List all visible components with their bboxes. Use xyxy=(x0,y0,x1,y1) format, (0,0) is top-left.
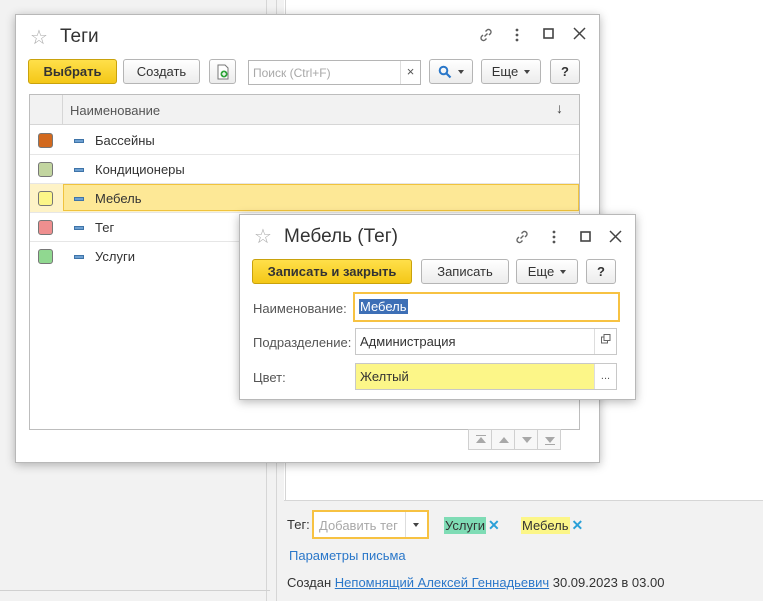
maximize-icon[interactable] xyxy=(543,28,555,44)
list-header: Наименование ↓ xyxy=(30,95,579,125)
tags-window-title: Теги xyxy=(60,26,99,47)
more-button[interactable]: Еще xyxy=(481,59,541,84)
color-swatch xyxy=(38,249,53,264)
color-value: Желтый xyxy=(360,369,409,384)
more-vertical-icon[interactable] xyxy=(514,27,520,47)
create-button[interactable]: Создать xyxy=(123,59,200,84)
name-label: Наименование: xyxy=(253,301,347,316)
close-icon[interactable] xyxy=(573,27,586,44)
created-date: 30.09.2023 в 03.00 xyxy=(552,575,665,590)
help-button[interactable]: ? xyxy=(550,59,580,84)
scroll-down-icon[interactable] xyxy=(514,429,538,450)
save-button[interactable]: Записать xyxy=(421,259,509,284)
created-info: Создан Непомнящий Алексей Геннадьевич 30… xyxy=(287,575,664,590)
chevron-down-icon xyxy=(524,69,531,74)
color-swatch xyxy=(38,133,53,148)
chevron-down-icon[interactable] xyxy=(405,512,427,537)
division-label: Подразделение: xyxy=(253,335,352,350)
add-tag-input[interactable]: Добавить тег xyxy=(312,510,429,539)
chevron-down-icon xyxy=(560,269,567,274)
search-icon xyxy=(438,65,452,78)
row-name: Услуги xyxy=(95,249,135,264)
search-input[interactable]: Поиск (Ctrl+F) × xyxy=(248,60,421,85)
division-value: Администрация xyxy=(360,334,456,349)
more-button-label: Еще xyxy=(527,264,555,279)
list-scroll-controls xyxy=(468,429,561,450)
star-icon[interactable]: ☆ xyxy=(254,224,272,249)
name-column-header[interactable]: Наименование xyxy=(70,103,160,118)
created-author-link[interactable]: Непомнящий Алексей Геннадьевич xyxy=(335,575,549,590)
item-icon xyxy=(74,255,84,259)
tag-item-window: ☆ Мебель (Тег) Записать и закрыть Записа… xyxy=(239,214,636,400)
color-column-header[interactable] xyxy=(30,95,63,125)
message-params-link[interactable]: Параметры письма xyxy=(289,548,406,563)
more-button[interactable]: Еще xyxy=(516,259,578,284)
item-icon xyxy=(74,139,84,143)
color-label: Цвет: xyxy=(253,370,286,385)
help-button[interactable]: ? xyxy=(586,259,616,284)
table-row-selected[interactable]: Мебель xyxy=(30,184,579,213)
row-name: Тег xyxy=(95,220,115,235)
item-icon xyxy=(74,168,84,172)
tag-chip-mebel[interactable]: Мебель ✕ xyxy=(520,516,584,534)
star-icon[interactable]: ☆ xyxy=(30,25,48,50)
tag-chip-label: Услуги xyxy=(444,517,486,534)
search-options-button[interactable] xyxy=(429,59,473,84)
table-row[interactable]: Бассейны xyxy=(30,126,579,155)
item-window-title: Мебель (Тег) xyxy=(284,226,398,247)
scroll-up-icon[interactable] xyxy=(491,429,515,450)
link-icon[interactable] xyxy=(514,229,530,249)
close-icon[interactable]: ✕ xyxy=(488,517,500,533)
row-name: Кондиционеры xyxy=(95,162,185,177)
name-field[interactable]: Мебель xyxy=(353,292,620,322)
item-icon xyxy=(74,197,84,201)
color-swatch xyxy=(38,162,53,177)
scroll-top-icon[interactable] xyxy=(468,429,492,450)
table-row[interactable]: Кондиционеры xyxy=(30,155,579,184)
color-field[interactable]: Желтый ... xyxy=(355,363,617,390)
maximize-icon[interactable] xyxy=(580,231,592,247)
add-tag-placeholder: Добавить тег xyxy=(319,518,398,533)
row-name: Бассейны xyxy=(95,133,155,148)
close-icon[interactable] xyxy=(609,230,622,247)
division-field[interactable]: Администрация xyxy=(355,328,617,355)
row-name: Мебель xyxy=(95,191,142,206)
save-and-close-button[interactable]: Записать и закрыть xyxy=(252,259,412,284)
name-value: Мебель xyxy=(359,299,408,314)
select-button[interactable]: Выбрать xyxy=(28,59,117,84)
scroll-bottom-icon[interactable] xyxy=(537,429,561,450)
tag-label: Тег: xyxy=(287,517,310,532)
sort-arrow-icon[interactable]: ↓ xyxy=(556,100,563,116)
more-vertical-icon[interactable] xyxy=(551,229,557,249)
color-swatch xyxy=(38,191,53,206)
chevron-down-icon xyxy=(458,69,464,74)
search-placeholder: Поиск (Ctrl+F) xyxy=(253,66,331,80)
divider xyxy=(0,590,270,591)
more-button-label: Еще xyxy=(491,64,519,79)
open-icon[interactable] xyxy=(594,329,616,354)
item-icon xyxy=(74,226,84,230)
created-prefix: Создан xyxy=(287,575,332,590)
tag-chip-label: Мебель xyxy=(521,517,570,534)
color-swatch xyxy=(38,220,53,235)
choose-color-button[interactable]: ... xyxy=(594,364,616,389)
copy-button[interactable] xyxy=(209,59,236,84)
tag-chip-uslugi[interactable]: Услуги ✕ xyxy=(443,516,501,534)
link-icon[interactable] xyxy=(478,27,494,47)
clear-search-icon[interactable]: × xyxy=(400,61,420,84)
close-icon[interactable]: ✕ xyxy=(572,517,584,533)
copy-add-icon xyxy=(217,64,228,79)
